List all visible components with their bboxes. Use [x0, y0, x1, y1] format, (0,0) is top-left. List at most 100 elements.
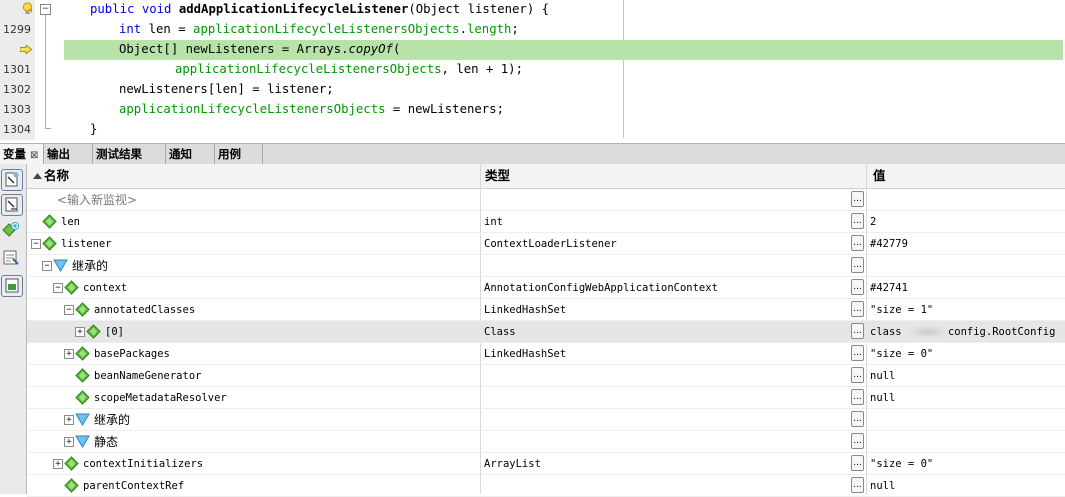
table-row[interactable]: + contextInitializers ArrayList... "size = … [27, 453, 1065, 475]
value-edit-button[interactable]: ... [851, 345, 864, 361]
variable-value[interactable]: #42741 [870, 277, 908, 299]
variable-value[interactable]: null [870, 365, 895, 387]
expand-icon[interactable]: + [64, 349, 74, 359]
field-icon [64, 280, 79, 295]
value-edit-button[interactable]: ... [851, 279, 864, 295]
value-edit-button[interactable]: ... [851, 389, 864, 405]
variable-type: LinkedHashSet [484, 348, 567, 360]
variable-name: 继承的 [94, 413, 131, 427]
variable-type: Class [484, 326, 516, 338]
show-classes-icon[interactable] [1, 275, 23, 297]
table-row[interactable]: − 继承的... [27, 255, 1065, 277]
evaluate-icon[interactable] [1, 248, 23, 270]
value-edit-button[interactable]: ... [851, 455, 864, 471]
value-edit-button[interactable]: ... [851, 257, 864, 273]
value-edit-button[interactable]: ... [851, 411, 864, 427]
value-prefix: class [870, 326, 908, 338]
tab-2[interactable]: 测试结果 [93, 144, 166, 164]
code-text: } [90, 122, 97, 136]
value-edit-button[interactable]: ... [851, 323, 864, 339]
expand-icon[interactable]: + [64, 437, 74, 447]
field-icon [75, 346, 90, 361]
code-token: } [90, 122, 98, 136]
code-text: Object[] newListeners = Arrays.copyOf( [119, 42, 400, 56]
variable-name: context [83, 282, 128, 294]
tab-0[interactable]: 变量 ⊠ [0, 144, 44, 164]
collapse-icon[interactable]: − [31, 239, 41, 249]
variable-value[interactable]: null [870, 387, 895, 409]
code-token: addApplicationLifecycleListener [178, 2, 409, 16]
variable-value[interactable]: "size = 1" [870, 299, 933, 321]
table-row[interactable]: + 继承的... [27, 409, 1065, 431]
variable-value[interactable]: 2 [870, 211, 876, 233]
variable-name: contextInitializers [83, 458, 204, 470]
code-line[interactable]: 1302 newListeners[len] = listener; [0, 80, 1065, 100]
code-editor[interactable]: public void addApplicationLifecycleListe… [0, 0, 1065, 140]
value-edit-button[interactable]: ... [851, 477, 864, 493]
code-token: int [119, 22, 142, 36]
value-edit-button[interactable]: ... [851, 235, 864, 251]
variable-value[interactable]: class config.RootConfig [870, 321, 1055, 343]
expand-icon[interactable]: + [75, 327, 85, 337]
code-line[interactable]: 1299 int len = applicationLifecycleListen… [0, 20, 1065, 40]
expand-icon[interactable]: + [64, 415, 74, 425]
new-watch-placeholder[interactable]: <输入新监视> [57, 189, 137, 211]
table-row[interactable]: − context AnnotationConfigWebApplicationCo… [27, 277, 1065, 299]
line-number: 1302 [3, 83, 31, 96]
variable-value[interactable]: "size = 0" [870, 453, 933, 475]
field-icon [64, 478, 79, 493]
collapse-icon[interactable]: − [42, 261, 52, 271]
variable-type: LinkedHashSet [484, 304, 567, 316]
value-edit-button[interactable]: ... [851, 301, 864, 317]
inherited-node-icon [75, 412, 90, 427]
field-icon [64, 456, 79, 471]
lightbulb-hint-icon[interactable] [22, 2, 33, 15]
variable-value[interactable]: "size = 0" [870, 343, 933, 365]
code-line[interactable]: public void addApplicationLifecycleListe… [0, 0, 1065, 20]
tab-3[interactable]: 通知 [166, 144, 215, 164]
table-row[interactable]: len int... 2 [27, 211, 1065, 233]
table-row[interactable]: − annotatedClasses LinkedHashSet... "size =… [27, 299, 1065, 321]
value-edit-button[interactable]: ... [851, 213, 864, 229]
table-row[interactable]: <输入新监视>... [27, 189, 1065, 211]
watch-icon[interactable] [1, 194, 23, 216]
code-line[interactable]: 1303 applicationLifecycleListenersObjects… [0, 100, 1065, 120]
new-watch-icon[interactable] [1, 169, 23, 191]
field-icon [86, 324, 101, 339]
table-row[interactable]: + [0] Class... class config.RootConfig [27, 321, 1065, 343]
code-line[interactable]: 1301 applicationLifecycleListenersObjects… [0, 60, 1065, 80]
current-code-line[interactable]: Object[] newListeners = Arrays.copyOf( [0, 40, 1065, 60]
line-number: 1303 [3, 103, 31, 116]
collapse-icon[interactable]: − [53, 283, 63, 293]
expand-icon[interactable]: + [53, 459, 63, 469]
add-watch-icon[interactable] [1, 220, 23, 242]
column-header-value[interactable]: 值 [873, 164, 886, 188]
field-icon [42, 214, 57, 229]
tab-label: 测试结果 [96, 147, 142, 161]
tab-4[interactable]: 用例 [215, 144, 263, 164]
field-icon [42, 236, 57, 251]
table-row[interactable]: + basePackages LinkedHashSet... "size = 0" [27, 343, 1065, 365]
code-token: ( [408, 2, 416, 16]
column-header-name[interactable]: 名称 [44, 164, 69, 188]
variable-value[interactable]: #42779 [870, 233, 908, 255]
value-edit-button[interactable]: ... [851, 367, 864, 383]
value-edit-button[interactable]: ... [851, 191, 864, 207]
tab-1[interactable]: 输出 [44, 144, 93, 164]
field-icon [75, 368, 90, 383]
sort-ascending-icon[interactable] [33, 173, 42, 179]
column-header-type[interactable]: 类型 [485, 164, 510, 188]
tab-close-icon[interactable]: ⊠ [30, 150, 38, 161]
code-token: length [466, 22, 512, 36]
code-line[interactable]: 1304} [0, 120, 1065, 140]
table-row[interactable]: beanNameGenerator... null [27, 365, 1065, 387]
table-row[interactable]: + 静态... [27, 431, 1065, 453]
fold-collapse-icon[interactable]: − [40, 4, 51, 15]
value-edit-button[interactable]: ... [851, 433, 864, 449]
table-row[interactable]: scopeMetadataResolver... null [27, 387, 1065, 409]
collapse-icon[interactable]: − [64, 305, 74, 315]
debug-tab-bar: 变量 ⊠ 输出 测试结果 通知 用例 [0, 143, 1065, 165]
variables-table[interactable]: 名称 类型 值 <输入新监视>... len int... 2 − listener Con… [27, 164, 1065, 497]
variable-name: listener [61, 238, 112, 250]
table-row[interactable]: − listener ContextLoaderListener... #42779 [27, 233, 1065, 255]
